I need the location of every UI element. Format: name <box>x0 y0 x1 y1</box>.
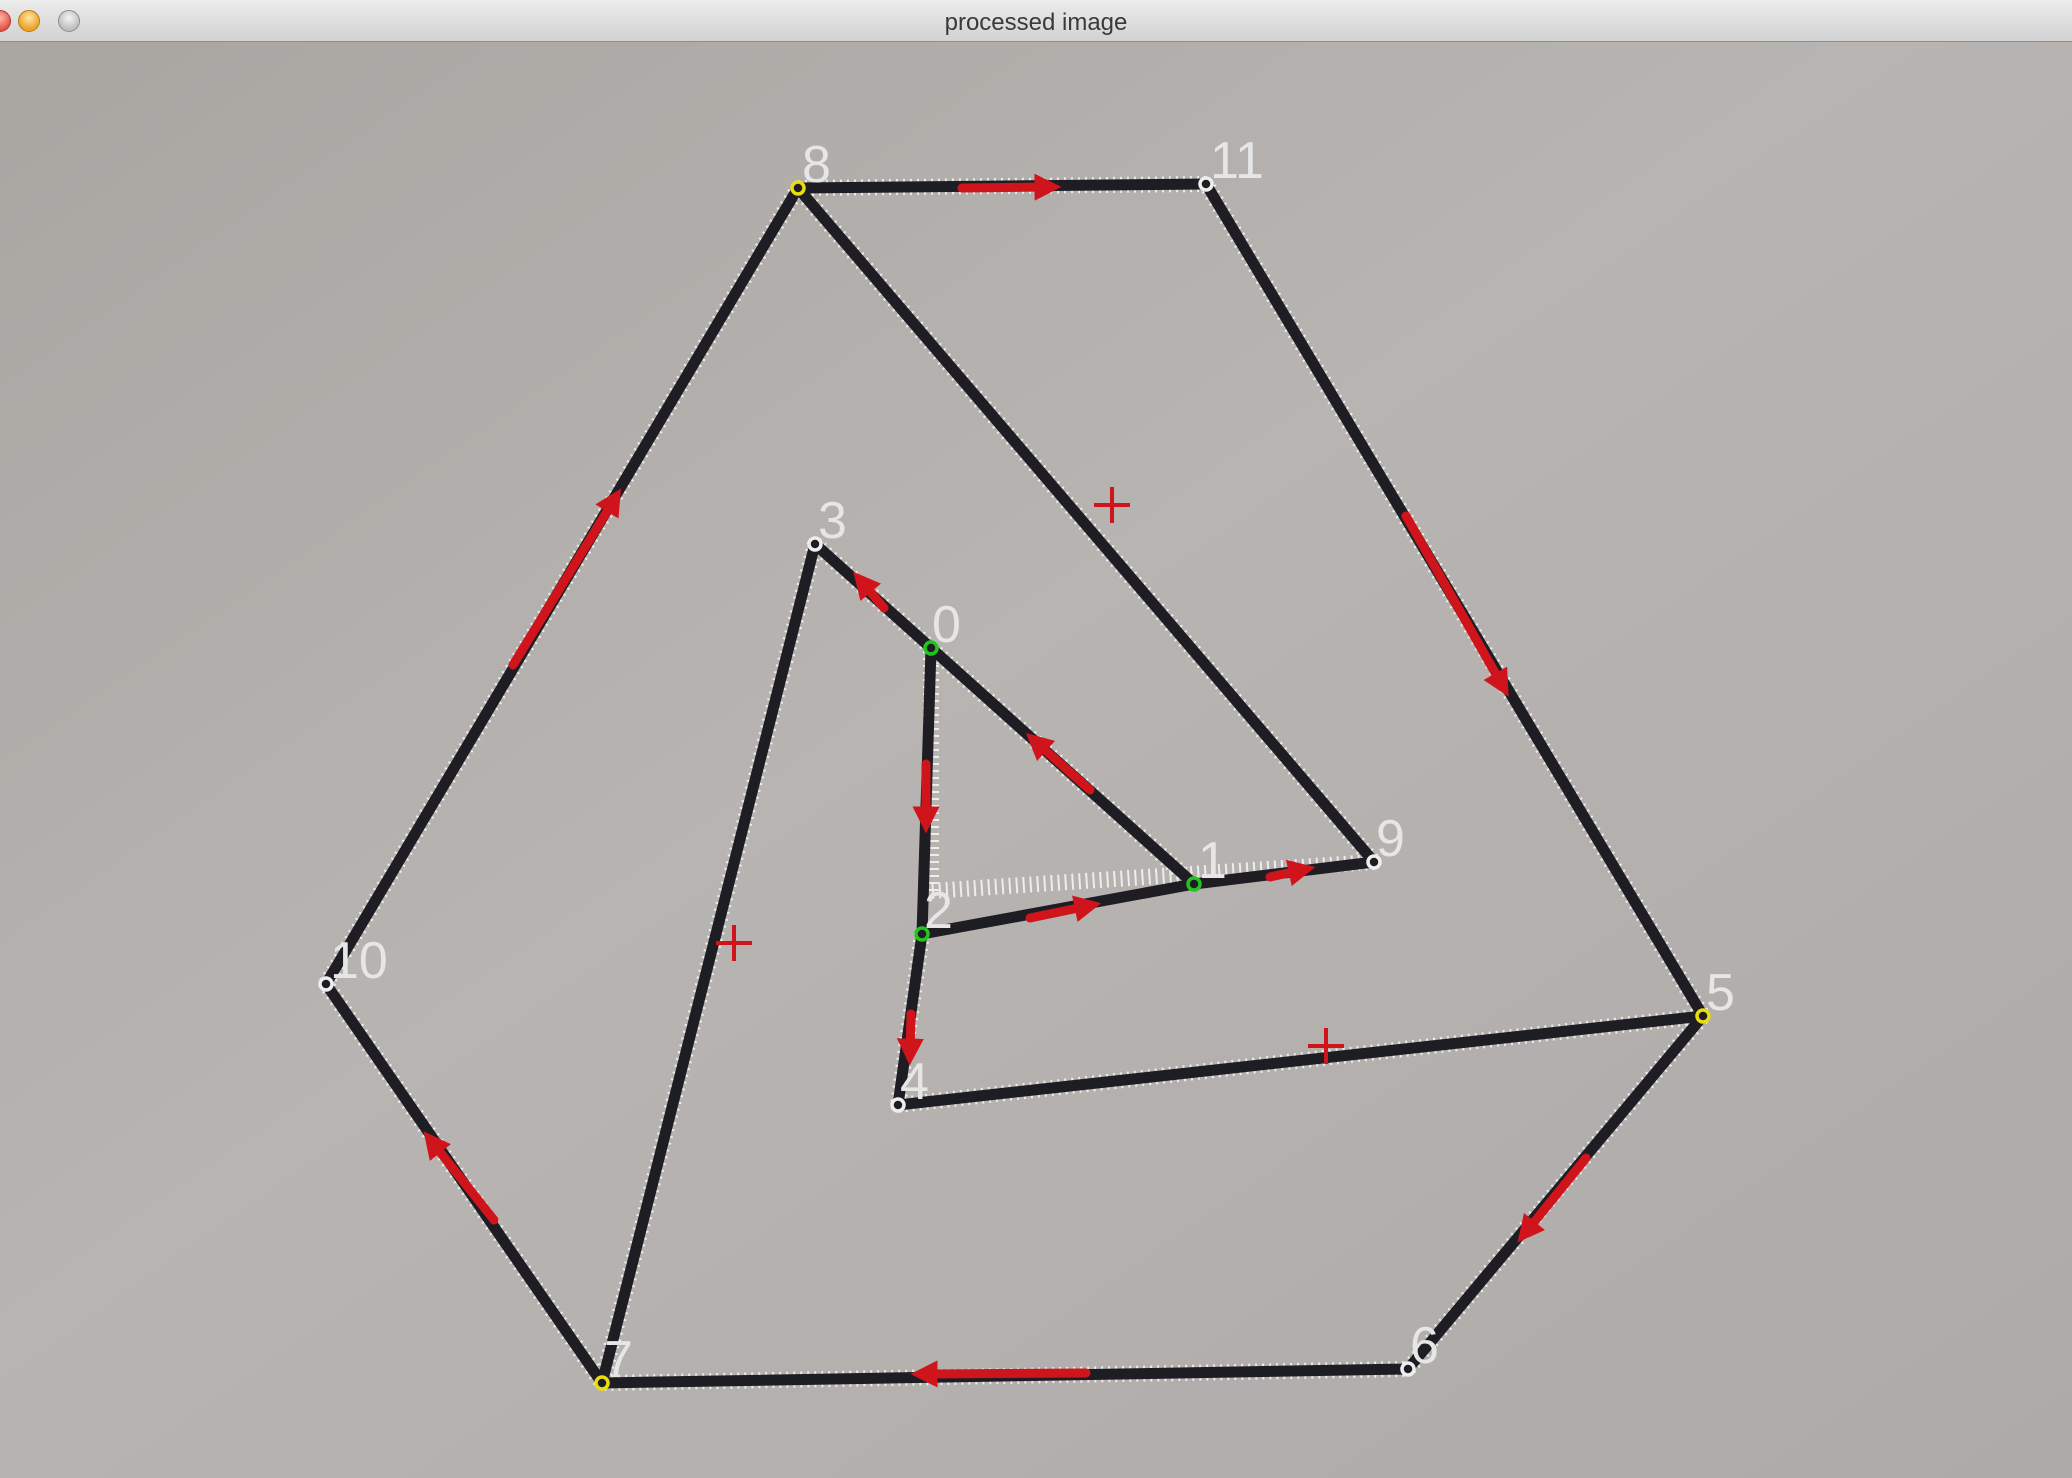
vertex-label-3: 3 <box>818 492 847 550</box>
vertex-label-10: 10 <box>330 932 388 990</box>
vertex-label-9: 9 <box>1376 810 1405 868</box>
vertex-label-1: 1 <box>1198 832 1227 890</box>
processed-image-canvas: 0 1 2 3 4 5 6 7 8 9 10 11 <box>0 42 2072 1478</box>
vertex-label-11: 11 <box>1210 132 1264 190</box>
image-background <box>0 42 2072 1478</box>
vertex-label-2: 2 <box>924 882 953 940</box>
app-window: processed image 0 1 2 3 4 5 6 7 8 9 10 1… <box>0 0 2072 1478</box>
title-bar: processed image <box>0 0 2072 42</box>
vertex-label-0: 0 <box>932 596 961 654</box>
vertex-label-7: 7 <box>604 1331 633 1389</box>
arrow-2-to-4 <box>896 1009 924 1066</box>
vertex-label-5: 5 <box>1706 964 1735 1022</box>
arrow-8-to-11 <box>957 173 1062 201</box>
vertex-label-6: 6 <box>1410 1317 1439 1375</box>
window-title: processed image <box>944 9 1128 36</box>
vertex-label-8: 8 <box>802 136 831 194</box>
arrow-6-to-7 <box>910 1360 1091 1388</box>
vertex-label-4: 4 <box>900 1053 929 1111</box>
